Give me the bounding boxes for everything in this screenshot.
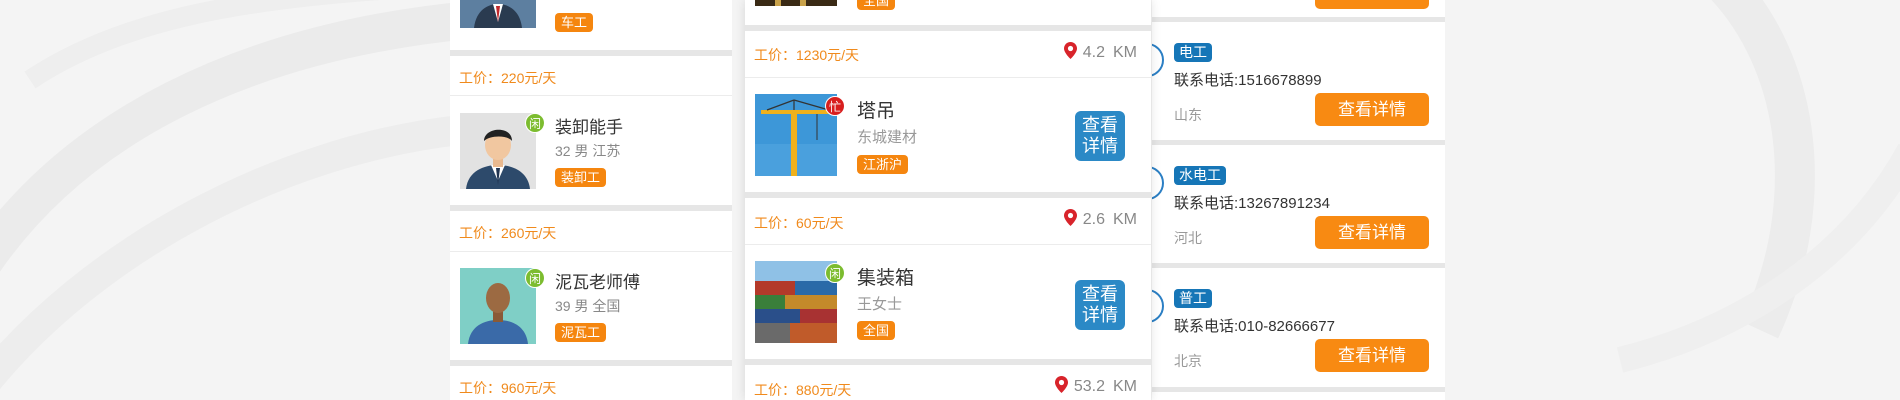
job-category-tag: 电工 — [1174, 43, 1212, 62]
idle-status-badge: 闲 — [525, 113, 545, 133]
job-card[interactable]: 电工 联系电话:1516678899 山东 查看详情 — [1152, 33, 1445, 150]
distance-value: 4.2 — [1082, 44, 1105, 61]
divider — [450, 205, 732, 211]
view-details-button[interactable]: 查看详情 — [1315, 0, 1429, 9]
job-card[interactable]: 水电工 联系电话:13267891234 河北 查看详情 — [1152, 156, 1445, 273]
distance-readout: 4.2 KM — [1063, 42, 1137, 62]
worker-skill-tag: 车工 — [555, 13, 594, 32]
equipment-owner: 王女士 — [857, 296, 903, 313]
worker-name: 泥瓦老师傅 — [555, 273, 640, 292]
worker-list-panel: 车工 工价：220元/天 闲 装卸能手 32 男 江苏 装卸工 工价：260元/… — [450, 0, 732, 400]
job-avatar-ring — [1152, 166, 1164, 200]
view-details-button[interactable]: 查看详情 — [1315, 216, 1429, 249]
job-category-tag: 普工 — [1174, 289, 1212, 308]
worker-price: 工价：220元/天 — [459, 70, 557, 86]
location-pin-icon — [1054, 376, 1068, 393]
distance-readout: 2.6 KM — [1063, 209, 1137, 229]
distance-unit: KM — [1113, 211, 1137, 228]
divider — [745, 244, 1151, 245]
divider — [450, 50, 732, 56]
job-region: 北京 — [1174, 353, 1202, 369]
equipment-region-tag: 全国 — [857, 0, 896, 10]
divider — [1152, 387, 1445, 392]
view-details-button[interactable]: 查看详情 — [1075, 111, 1125, 161]
job-region: 山东 — [1174, 107, 1202, 123]
divider — [450, 251, 732, 252]
equipment-photo — [755, 0, 837, 6]
job-region: 河北 — [1174, 230, 1202, 246]
equipment-price: 工价：60元/天 — [754, 215, 844, 231]
job-phone: 联系电话:13267891234 — [1174, 195, 1330, 212]
divider — [1152, 140, 1445, 145]
divider — [745, 77, 1151, 78]
job-list-panel: 查看详情 电工 联系电话:1516678899 山东 查看详情 水电工 联系电话… — [1152, 0, 1445, 400]
job-category-tag: 水电工 — [1174, 166, 1226, 185]
divider — [1152, 263, 1445, 268]
job-avatar-ring — [1152, 289, 1164, 323]
worker-avatar — [460, 0, 536, 28]
job-phone: 联系电话:1516678899 — [1174, 72, 1322, 89]
idle-status-badge: 闲 — [525, 268, 545, 288]
view-details-button[interactable]: 查看详情 — [1075, 280, 1125, 330]
distance-unit: KM — [1113, 378, 1137, 395]
job-phone: 联系电话:010-82666677 — [1174, 318, 1335, 335]
view-details-button[interactable]: 查看详情 — [1315, 339, 1429, 372]
divider — [450, 95, 732, 96]
worker-name: 装卸能手 — [555, 118, 623, 137]
divider — [745, 25, 1151, 31]
busy-status-badge: 忙 — [825, 96, 845, 116]
divider — [745, 192, 1151, 198]
worker-skill-tag: 装卸工 — [555, 168, 607, 187]
distance-value: 53.2 — [1073, 378, 1105, 395]
distance-value: 2.6 — [1082, 211, 1105, 228]
equipment-owner: 东城建材 — [857, 129, 918, 146]
worker-price: 工价：260元/天 — [459, 225, 557, 241]
location-pin-icon — [1063, 209, 1077, 226]
distance-unit: KM — [1113, 44, 1137, 61]
worker-skill-tag: 泥瓦工 — [555, 323, 607, 342]
worker-meta: 39 男 全国 — [555, 298, 621, 314]
equipment-title: 集装箱 — [857, 268, 915, 289]
worker-meta: 32 男 江苏 — [555, 143, 621, 159]
job-avatar-ring — [1152, 43, 1164, 77]
location-pin-icon — [1063, 42, 1077, 59]
divider — [745, 359, 1151, 365]
worker-price: 工价：960元/天 — [459, 380, 557, 396]
equipment-price: 工价：880元/天 — [754, 382, 852, 398]
distance-readout: 53.2 KM — [1054, 376, 1137, 396]
equipment-title: 塔吊 — [857, 101, 896, 122]
divider — [450, 360, 732, 366]
view-details-button[interactable]: 查看详情 — [1315, 93, 1429, 126]
equipment-region-tag: 江浙沪 — [857, 155, 909, 174]
job-card[interactable]: 普工 联系电话:010-82666677 北京 查看详情 — [1152, 279, 1445, 396]
equipment-list-panel: 全国 工价：1230元/天 4.2 KM 忙 塔吊 东城建材 江浙沪 查看 详情 工… — [745, 0, 1151, 400]
equipment-region-tag: 全国 — [857, 321, 896, 340]
idle-status-badge: 闲 — [825, 263, 845, 283]
divider — [1152, 17, 1445, 22]
equipment-price: 工价：1230元/天 — [754, 47, 860, 63]
